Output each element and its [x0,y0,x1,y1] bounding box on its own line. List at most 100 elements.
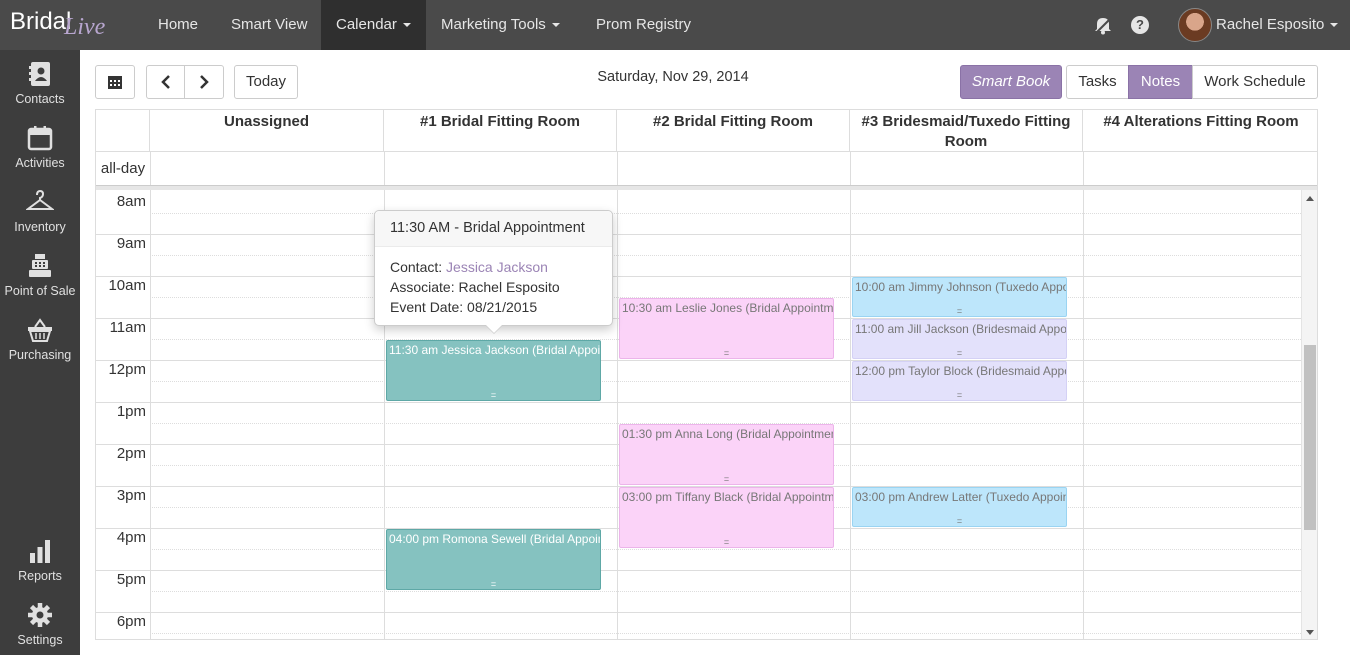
half-hour-line [150,381,1303,382]
nav-calendar-label: Calendar [336,16,397,33]
time-label: 10am [108,277,146,294]
appointment-title: 11:30 am Jessica Jackson (Bridal Appoint… [389,343,601,357]
scroll-up-arrow-icon[interactable] [1306,196,1314,201]
nav-smart-view[interactable]: Smart View [216,0,322,50]
resize-handle[interactable]: = [853,391,1066,400]
nav-prom-registry[interactable]: Prom Registry [581,0,706,50]
column-divider [617,190,618,639]
hour-line [96,276,1303,277]
time-grid[interactable]: 8am 9am 10am 11am 12pm 1pm 2pm 3pm 4pm 5pm 6pm 11:3… [96,190,1303,639]
calendar-picker-button[interactable] [95,65,135,99]
allday-cell-room-3[interactable] [850,152,851,185]
appointment-event[interactable]: 11:00 am Jill Jackson (Bridesmaid Appoin… [852,319,1067,359]
column-divider [1083,190,1084,639]
bridallive-logo[interactable]: Bridal Live [10,4,130,46]
sidebar-item-settings[interactable]: Settings [0,601,80,647]
contact-label: Contact: [390,259,443,275]
all-day-label: all-day [100,160,146,177]
appointment-event[interactable]: 11:30 am Jessica Jackson (Bridal Appoint… [386,340,601,401]
hour-line [96,234,1303,235]
appointment-event[interactable]: 03:00 pm Tiffany Black (Bridal Appointme… [619,487,834,548]
event-date-label: Event Date: [390,299,464,315]
scroll-thumb[interactable] [1304,345,1316,530]
allday-cell-room-4[interactable] [1083,152,1084,185]
contacts-icon [0,60,80,88]
half-hour-line [150,549,1303,550]
resize-handle[interactable]: = [853,517,1066,526]
column-header-unassigned: Unassigned [150,110,384,151]
popover-body: Contact: Jessica Jackson Associate: Rach… [375,247,612,327]
contact-link[interactable]: Jessica Jackson [446,259,548,275]
smart-book-button[interactable]: Smart Book [960,65,1062,99]
sidebar-item-reports[interactable]: Reports [0,537,80,583]
appointment-title: 03:00 pm Andrew Latter (Tuxedo Appointme… [855,490,1067,504]
nav-smart-view-label: Smart View [231,16,308,33]
bell-icon[interactable] [1093,15,1113,35]
help-icon[interactable]: ? [1131,16,1149,34]
half-hour-line [150,213,1303,214]
user-menu[interactable]: Rachel Esposito [1216,0,1339,50]
column-divider [150,190,151,639]
caret-down-icon [402,23,411,28]
nav-home[interactable]: Home [143,0,213,50]
column-divider [850,190,851,639]
event-date-value: 08/21/2015 [467,299,538,315]
tasks-button[interactable]: Tasks [1066,65,1129,99]
sidebar-item-reports-label: Reports [18,569,62,583]
gear-icon [0,601,80,629]
appointment-event[interactable]: 10:30 am Leslie Jones (Bridal Appointmen… [619,298,834,359]
sidebar-item-activities-label: Activities [15,156,65,170]
allday-divider [150,152,151,185]
appointment-title: 11:00 am Jill Jackson (Bridesmaid Appoin… [855,322,1067,336]
basket-icon [0,316,80,344]
appointment-event[interactable]: 01:30 pm Anna Long (Bridal Appointment) = [619,424,834,485]
column-header-room-3: #3 Bridesmaid/Tuxedo Fitting Room [850,110,1083,151]
chevron-left-icon [160,75,170,89]
sidebar-item-contacts-label: Contacts [15,92,65,106]
resize-handle[interactable]: = [853,349,1066,358]
time-label: 2pm [116,445,146,462]
sidebar-item-inventory[interactable]: Inventory [0,188,80,234]
associate-label: Associate: [390,279,455,295]
appointment-event[interactable]: 03:00 pm Andrew Latter (Tuxedo Appointme… [852,487,1067,527]
popover-arrow-inner [486,325,502,333]
calendar-scrollbar[interactable] [1301,190,1317,639]
column-header-room-2: #2 Bridal Fitting Room [617,110,850,151]
time-label: 5pm [116,571,146,588]
resize-handle[interactable]: = [620,538,833,547]
user-avatar[interactable] [1178,8,1212,42]
sidebar-item-contacts[interactable]: Contacts [0,60,80,106]
nav-marketing-tools[interactable]: Marketing Tools [426,0,575,50]
appointment-title: 12:00 pm Taylor Block (Bridesmaid Appoin… [855,364,1066,378]
prev-day-button[interactable] [146,65,185,99]
sidebar-item-point-of-sale[interactable]: Point of Sale [0,252,80,298]
allday-cell-room-1[interactable] [384,152,385,185]
hanger-icon [0,188,80,216]
next-day-button[interactable] [184,65,224,99]
sidebar-item-purchasing[interactable]: Purchasing [0,316,80,362]
time-label: 8am [116,193,146,210]
calendar-icon [0,124,80,152]
resize-handle[interactable]: = [620,475,833,484]
resource-day-calendar: Unassigned #1 Bridal Fitting Room #2 Bri… [95,109,1318,640]
resize-handle[interactable]: = [387,580,600,589]
sidebar-item-activities[interactable]: Activities [0,124,80,170]
appointment-title: 10:00 am Jimmy Johnson (Tuxedo Appointme… [855,280,1066,294]
resize-handle[interactable]: = [853,307,1066,316]
scroll-down-arrow-icon[interactable] [1306,630,1314,635]
appointment-event[interactable]: 12:00 pm Taylor Block (Bridesmaid Appoin… [852,361,1067,401]
work-schedule-button[interactable]: Work Schedule [1192,65,1318,99]
half-hour-line [150,255,1303,256]
user-name-label: Rachel Esposito [1216,16,1325,33]
nav-home-label: Home [158,16,199,33]
appointment-event[interactable]: 04:00 pm Romona Sewell (Bridal Appointme… [386,529,601,590]
nav-calendar[interactable]: Calendar [321,0,426,50]
notes-button[interactable]: Notes [1128,65,1193,99]
resize-handle[interactable]: = [620,349,833,358]
resize-handle[interactable]: = [387,391,600,400]
appointment-event[interactable]: 10:00 am Jimmy Johnson (Tuxedo Appointme… [852,277,1067,317]
today-button[interactable]: Today [234,65,298,99]
time-label: 1pm [116,403,146,420]
allday-cell-room-2[interactable] [617,152,618,185]
column-header-room-1: #1 Bridal Fitting Room [384,110,617,151]
